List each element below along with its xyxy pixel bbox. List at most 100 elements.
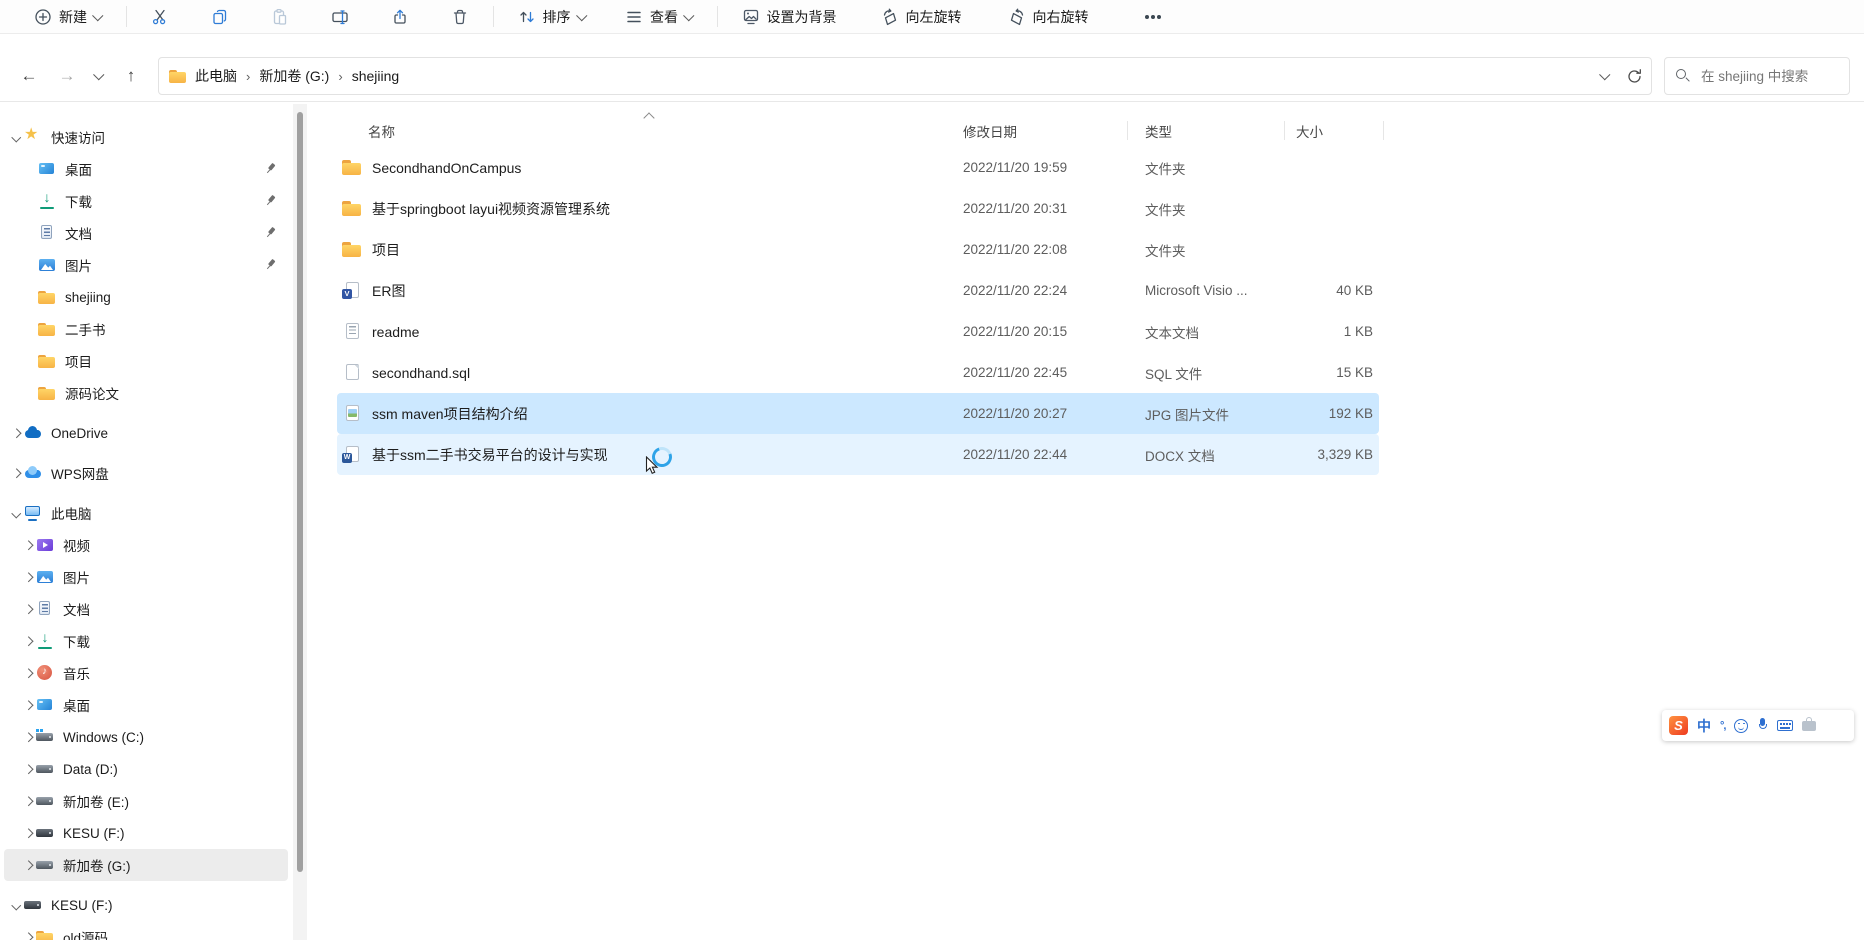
sidebar-item[interactable]: 新加卷 (G:) [4, 849, 288, 881]
tree-chevron-icon[interactable] [23, 732, 33, 742]
sidebar-item[interactable]: 快速访问 [4, 121, 288, 153]
column-divider[interactable] [1127, 121, 1128, 140]
new-button[interactable]: 新建 [24, 3, 112, 31]
document-icon [36, 601, 54, 617]
sidebar-item[interactable]: 下载 [4, 185, 288, 217]
sidebar-item[interactable]: WPS网盘 [4, 457, 288, 489]
back-button[interactable]: ← [10, 57, 48, 95]
sidebar-item-label: Data (D:) [63, 761, 118, 777]
tree-chevron-icon[interactable] [11, 132, 21, 142]
paste-button[interactable] [261, 4, 299, 30]
microphone-icon[interactable] [1757, 718, 1768, 733]
sort-button[interactable]: 排序 [508, 3, 596, 31]
up-button[interactable]: ↑ [112, 57, 150, 95]
file-name: ssm maven项目结构介绍 [372, 405, 528, 422]
rotate-right-button[interactable]: 向右旋转 [998, 3, 1099, 31]
set-background-button[interactable]: 设置为背景 [732, 3, 847, 31]
column-header-type[interactable]: 类型 [1145, 121, 1172, 141]
column-divider[interactable] [1284, 121, 1285, 140]
column-divider[interactable] [1383, 121, 1384, 140]
recent-locations-button[interactable] [86, 57, 112, 95]
sidebar-item[interactable]: old源码 [4, 921, 288, 940]
tree-chevron-icon[interactable] [23, 764, 33, 774]
file-row[interactable]: 基于ssm二手书交易平台的设计与实现 2022/11/20 22:44 DOCX… [337, 434, 1379, 475]
rotate-left-button[interactable]: 向左旋转 [871, 3, 972, 31]
sidebar-item[interactable]: Windows (C:) [4, 721, 288, 753]
sidebar-item[interactable]: 新加卷 (E:) [4, 785, 288, 817]
cut-button[interactable] [141, 4, 179, 30]
tree-chevron-icon[interactable] [11, 468, 21, 478]
sidebar-item[interactable]: 桌面 [4, 153, 288, 185]
view-button[interactable]: 查看 [615, 3, 703, 31]
tree-chevron-icon[interactable] [23, 636, 33, 646]
sogou-logo-icon[interactable]: S [1669, 716, 1688, 735]
sidebar-item[interactable]: KESU (F:) [4, 817, 288, 849]
sidebar-item[interactable]: 项目 [4, 345, 288, 377]
tree-chevron-icon[interactable] [23, 700, 33, 710]
tree-chevron-icon[interactable] [23, 796, 33, 806]
tree-chevron-icon[interactable] [23, 540, 33, 550]
sidebar-item[interactable]: shejiing [4, 281, 288, 313]
file-row[interactable]: 项目 2022/11/20 22:08 文件夹 [337, 229, 1379, 270]
tree-chevron-icon[interactable] [23, 828, 33, 838]
sidebar-scrollbar-thumb[interactable] [297, 112, 303, 872]
column-header-name[interactable]: 名称 [368, 121, 395, 141]
sidebar-item[interactable]: 图片 [4, 561, 288, 593]
forward-button[interactable]: → [48, 57, 86, 95]
cut-icon [152, 9, 165, 24]
tree-chevron-icon[interactable] [23, 860, 33, 870]
file-row[interactable]: ER图 2022/11/20 22:24 Microsoft Visio ...… [337, 270, 1379, 311]
sidebar-item[interactable]: 视频 [4, 529, 288, 561]
search-input[interactable] [1699, 67, 1839, 85]
tree-chevron-icon[interactable] [23, 572, 33, 582]
sidebar-item[interactable]: 下载 [4, 625, 288, 657]
emoji-picker-icon[interactable] [1734, 718, 1749, 733]
sidebar-item[interactable]: Data (D:) [4, 753, 288, 785]
sidebar-item[interactable]: 桌面 [4, 689, 288, 721]
sidebar-item[interactable]: 二手书 [4, 313, 288, 345]
breadcrumb-item[interactable]: 新加卷 (G:) › [259, 66, 351, 86]
sidebar-item[interactable]: 此电脑 [4, 497, 288, 529]
ime-punctuation-icon[interactable]: °, [1720, 720, 1727, 732]
file-row[interactable]: SecondhandOnCampus 2022/11/20 19:59 文件夹 [337, 147, 1379, 188]
file-row[interactable]: ssm maven项目结构介绍 2022/11/20 20:27 JPG 图片文… [337, 393, 1379, 434]
set-background-label: 设置为背景 [766, 8, 837, 25]
sidebar-item[interactable]: 文档 [4, 217, 288, 249]
file-row[interactable]: readme 2022/11/20 20:15 文本文档 1 KB [337, 311, 1379, 352]
more-options-button[interactable] [1133, 7, 1173, 27]
plus-circle-icon [35, 8, 51, 25]
sidebar-item[interactable]: KESU (F:) [4, 889, 288, 921]
sidebar-item[interactable]: 音乐 [4, 657, 288, 689]
column-header-date[interactable]: 修改日期 [963, 121, 1017, 141]
keyboard-icon[interactable] [1777, 720, 1794, 731]
file-date-modified: 2022/11/20 19:59 [963, 160, 1068, 175]
rename-button[interactable] [321, 4, 359, 30]
copy-button[interactable] [201, 4, 239, 30]
tree-chevron-icon[interactable] [23, 932, 33, 940]
breadcrumb-item[interactable]: 此电脑 › [195, 66, 259, 86]
file-row[interactable]: 基于springboot layui视频资源管理系统 2022/11/20 20… [337, 188, 1379, 229]
ime-toolbox-icon[interactable] [1802, 717, 1817, 731]
column-header-size[interactable]: 大小 [1296, 121, 1323, 141]
address-bar[interactable]: 此电脑 › 新加卷 (G:) › shejiing [158, 57, 1652, 95]
ime-language-mode[interactable]: 中 [1697, 716, 1711, 736]
tree-chevron-icon[interactable] [11, 900, 21, 910]
delete-button[interactable] [441, 4, 479, 30]
sidebar-item[interactable]: 源码论文 [4, 377, 288, 409]
pin-icon [262, 225, 278, 241]
tree-chevron-icon[interactable] [11, 428, 21, 438]
file-row[interactable]: secondhand.sql 2022/11/20 22:45 SQL 文件 1… [337, 352, 1379, 393]
sidebar-item[interactable]: OneDrive [4, 417, 288, 449]
share-button[interactable] [381, 4, 419, 30]
tree-chevron-icon[interactable] [11, 508, 21, 518]
tree-chevron-icon[interactable] [23, 604, 33, 614]
breadcrumb-item[interactable]: shejiing [352, 68, 399, 84]
tree-chevron-box [20, 932, 36, 940]
sort-button-label: 排序 [542, 8, 571, 25]
tree-chevron-icon[interactable] [23, 668, 33, 678]
address-dropdown-icon[interactable] [1598, 69, 1610, 80]
sidebar-item[interactable]: 文档 [4, 593, 288, 625]
sidebar-item[interactable]: 图片 [4, 249, 288, 281]
refresh-icon[interactable] [1626, 68, 1643, 85]
sidebar-scrollbar-track[interactable] [293, 104, 307, 940]
